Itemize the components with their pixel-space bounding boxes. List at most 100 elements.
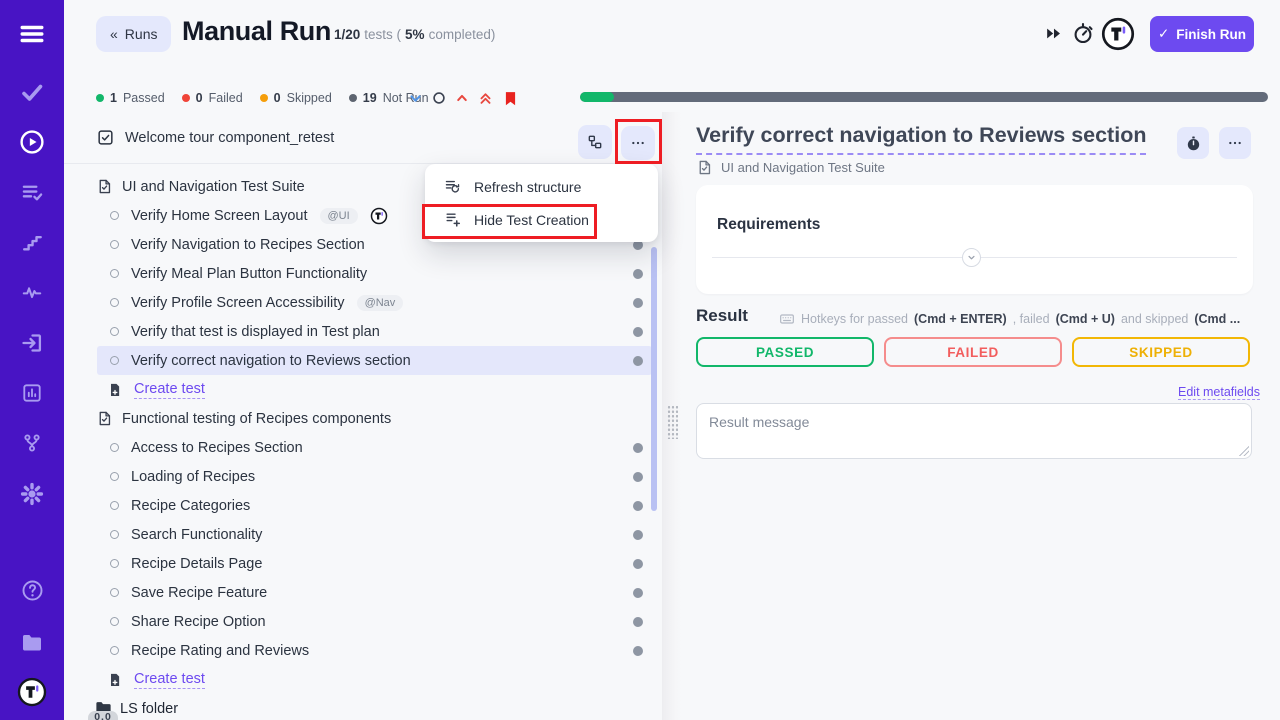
finish-run-button[interactable]: ✓ Finish Run bbox=[1150, 16, 1254, 52]
chevron-down-icon bbox=[965, 251, 978, 264]
result-passed-button[interactable]: PASSED bbox=[696, 337, 874, 367]
tree-test-row[interactable]: Recipe Details Page bbox=[64, 549, 677, 578]
status-color-dot bbox=[260, 94, 268, 102]
tree-suite-row[interactable]: Functional testing of Recipes components bbox=[64, 404, 677, 433]
app-logo-icon[interactable] bbox=[1101, 17, 1135, 51]
tree-test-row[interactable]: Recipe Rating and Reviews bbox=[64, 636, 677, 665]
toggle-structure-button[interactable] bbox=[578, 125, 612, 159]
hotkey-segment: , failed bbox=[1013, 312, 1050, 326]
tree-test-row[interactable]: Verify that test is displayed in Test pl… bbox=[64, 317, 677, 346]
test-title[interactable]: Verify correct navigation to Reviews sec… bbox=[696, 123, 1146, 155]
tree-test-row[interactable]: Verify correct navigation to Reviews sec… bbox=[64, 346, 677, 375]
fast-forward-icon[interactable] bbox=[1044, 24, 1063, 43]
test-status-dot bbox=[633, 472, 643, 482]
sidebar-item-steps[interactable] bbox=[0, 222, 64, 262]
result-label: Result bbox=[696, 306, 748, 326]
tests-count: 1/20 bbox=[334, 27, 360, 42]
panel-resize-handle[interactable] bbox=[662, 112, 682, 720]
test-suite-breadcrumb[interactable]: UI and Navigation Test Suite bbox=[696, 159, 885, 176]
result-skipped-button[interactable]: SKIPPED bbox=[1072, 337, 1250, 367]
sidebar-item-import[interactable] bbox=[0, 323, 64, 363]
sidebar-item-projects[interactable] bbox=[0, 623, 64, 663]
timer-icon bbox=[1185, 135, 1202, 152]
test-name: Search Functionality bbox=[131, 527, 262, 543]
suite-name: UI and Navigation Test Suite bbox=[122, 179, 305, 195]
tree-test-row[interactable]: Access to Recipes Section bbox=[64, 433, 677, 462]
status-color-dot bbox=[182, 94, 190, 102]
sidebar-item-pulse[interactable] bbox=[0, 272, 64, 312]
tree-test-row[interactable]: Save Recipe Feature bbox=[64, 578, 677, 607]
requirements-card: Requirements bbox=[696, 185, 1253, 294]
test-timer-button[interactable] bbox=[1177, 127, 1209, 159]
tree-scrollbar[interactable] bbox=[651, 247, 657, 511]
priority-filter bbox=[408, 88, 519, 108]
tree-test-row[interactable]: Verify Profile Screen Accessibility@Nav bbox=[64, 288, 677, 317]
run-stats: 1Passed0Failed0Skipped19Not Run bbox=[96, 88, 429, 108]
resize-handle-icon[interactable] bbox=[1239, 446, 1249, 456]
menu-item-hide-test-creation[interactable]: Hide Test Creation bbox=[425, 203, 658, 236]
test-name: Recipe Categories bbox=[131, 498, 250, 514]
tree-test-row[interactable]: Verify Meal Plan Button Functionality bbox=[64, 259, 677, 288]
priority-low-icon[interactable] bbox=[408, 91, 423, 106]
chevrons-left-icon: « bbox=[110, 26, 118, 42]
tree-create-test-row[interactable]: Create test bbox=[64, 665, 677, 694]
sidebar-item-reports[interactable] bbox=[0, 373, 64, 413]
stat-label: Skipped bbox=[287, 91, 332, 105]
result-failed-button[interactable]: FAILED bbox=[884, 337, 1062, 367]
tree-create-test-row[interactable]: Create test bbox=[64, 375, 677, 404]
sidebar-item-tests[interactable] bbox=[0, 72, 64, 112]
create-test-link[interactable]: Create test bbox=[134, 381, 205, 399]
test-name: Verify Meal Plan Button Functionality bbox=[131, 266, 367, 282]
gear-icon bbox=[20, 482, 44, 506]
tree-test-row[interactable]: Search Functionality bbox=[64, 520, 677, 549]
sidebar-item-test-plans[interactable] bbox=[0, 172, 64, 212]
sidebar-item-branches[interactable] bbox=[0, 423, 64, 463]
test-name: Recipe Rating and Reviews bbox=[131, 643, 309, 659]
result-buttons: PASSED FAILED SKIPPED bbox=[696, 337, 1250, 367]
tree-test-row[interactable]: Recipe Categories bbox=[64, 491, 677, 520]
back-to-runs-button[interactable]: « Runs bbox=[96, 16, 171, 52]
test-bullet-icon bbox=[110, 646, 119, 655]
edit-metafields-link[interactable]: Edit metafields bbox=[1178, 385, 1260, 400]
sidebar bbox=[0, 0, 64, 720]
percent-completed: 5% bbox=[405, 27, 425, 42]
priority-blocker-icon[interactable] bbox=[502, 90, 519, 107]
test-more-button[interactable] bbox=[1219, 127, 1251, 159]
tree-test-row[interactable]: Share Recipe Option bbox=[64, 607, 677, 636]
result-message-input[interactable] bbox=[696, 403, 1252, 459]
sidebar-item-logo[interactable] bbox=[0, 672, 64, 712]
priority-highest-icon[interactable] bbox=[478, 91, 493, 106]
test-name: Verify Home Screen Layout bbox=[131, 208, 308, 224]
test-status-dot bbox=[633, 501, 643, 511]
tree-test-row[interactable]: Loading of Recipes bbox=[64, 462, 677, 491]
sidebar-item-menu[interactable] bbox=[0, 14, 64, 54]
tree-more-button[interactable] bbox=[621, 126, 655, 160]
stat-label: Failed bbox=[209, 91, 243, 105]
menu-item-refresh-structure[interactable]: Refresh structure bbox=[425, 170, 658, 203]
sidebar-item-settings[interactable] bbox=[0, 474, 64, 514]
sidebar-item-runs[interactable] bbox=[0, 122, 64, 162]
priority-normal-icon[interactable] bbox=[432, 91, 446, 105]
hotkey-segment: (Cmd + U) bbox=[1056, 312, 1115, 326]
test-status-dot bbox=[633, 617, 643, 627]
priority-high-icon[interactable] bbox=[455, 91, 469, 105]
add-test-icon bbox=[444, 211, 461, 228]
play-icon bbox=[19, 129, 45, 155]
run-progress-summary: 1/20 tests ( 5% completed) bbox=[334, 27, 495, 42]
test-status-dot bbox=[633, 298, 643, 308]
stopwatch-icon[interactable] bbox=[1071, 21, 1095, 45]
tree-folder-row[interactable]: LS folder bbox=[64, 694, 677, 720]
test-bullet-icon bbox=[110, 617, 119, 626]
clipboard-check-icon bbox=[96, 128, 115, 147]
hotkey-segment: (Cmd ... bbox=[1194, 312, 1240, 326]
sidebar-item-help[interactable] bbox=[0, 570, 64, 610]
create-test-link[interactable]: Create test bbox=[134, 671, 205, 689]
test-status-dot bbox=[633, 327, 643, 337]
hotkeys-hint: Hotkeys for passed (Cmd + ENTER) , faile… bbox=[779, 310, 1250, 327]
branch-icon bbox=[21, 432, 43, 454]
test-bullet-icon bbox=[110, 588, 119, 597]
test-bullet-icon bbox=[110, 501, 119, 510]
requirements-expand-toggle[interactable] bbox=[962, 248, 981, 267]
test-bullet-icon bbox=[110, 269, 119, 278]
test-bullet-icon bbox=[110, 356, 119, 365]
